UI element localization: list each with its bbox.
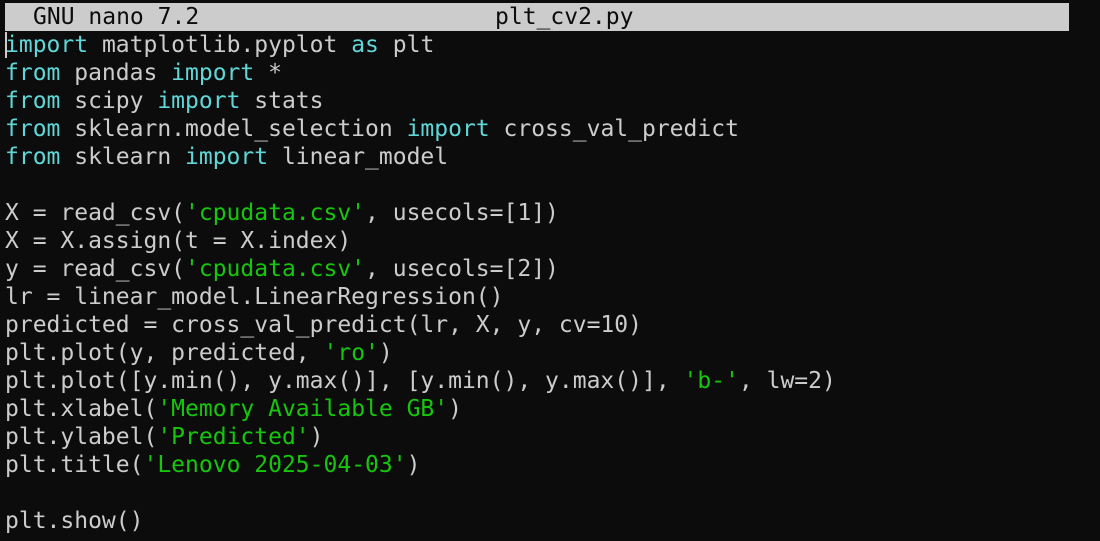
keyword-token: from xyxy=(5,144,61,170)
code-line[interactable]: predicted = cross_val_predict(lr, X, y, … xyxy=(5,311,1095,339)
code-line[interactable]: X = X.assign(t = X.index) xyxy=(5,227,1095,255)
code-token: ) xyxy=(378,340,393,366)
keyword-token: import xyxy=(157,88,241,114)
nano-title-bar: GNU nano 7.2 plt_cv2.py xyxy=(5,3,1069,31)
code-line[interactable]: X = read_csv('cpudata.csv', usecols=[1]) xyxy=(5,199,1095,227)
code-line[interactable]: from sklearn.model_selection import cros… xyxy=(5,115,1095,143)
string-token: 'b-' xyxy=(683,368,739,394)
code-line[interactable]: from pandas import * xyxy=(5,59,1095,87)
code-token: plt.plot(y, predicted, xyxy=(5,340,324,366)
keyword-token: from xyxy=(5,60,61,86)
code-token: predicted = cross_val_predict(lr, X, y, … xyxy=(5,312,642,338)
code-token: plt.ylabel( xyxy=(5,424,158,450)
code-token: plt.title( xyxy=(5,452,144,478)
code-line[interactable]: plt.ylabel('Predicted') xyxy=(5,423,1095,451)
code-token: plt.show() xyxy=(5,508,144,534)
code-token: scipy xyxy=(60,88,158,114)
code-token: lr = linear_model.LinearRegression() xyxy=(5,284,504,310)
code-token: plt.xlabel( xyxy=(5,396,158,422)
keyword-token: import xyxy=(185,144,269,170)
code-editor-area[interactable]: import matplotlib.pyplot as plt from pand… xyxy=(5,31,1095,535)
code-line[interactable]: plt.xlabel('Memory Available GB') xyxy=(5,395,1095,423)
code-token: * xyxy=(254,60,282,86)
code-line[interactable]: plt.title('Lenovo 2025-04-03') xyxy=(5,451,1095,479)
code-token: linear_model xyxy=(268,144,449,170)
string-token: 'cpudata.csv' xyxy=(185,256,366,282)
keyword-token: from xyxy=(5,116,61,142)
code-token: X = read_csv( xyxy=(5,200,186,226)
keyword-token: import xyxy=(5,32,89,58)
string-token: 'ro' xyxy=(323,340,379,366)
code-line[interactable] xyxy=(5,479,1095,507)
keyword-token: from xyxy=(5,88,61,114)
code-line[interactable]: plt.plot([y.min(), y.max()], [y.min(), y… xyxy=(5,367,1095,395)
code-token: y = read_csv( xyxy=(5,256,186,282)
string-token: 'cpudata.csv' xyxy=(185,200,366,226)
string-token: 'Memory Available GB' xyxy=(157,396,449,422)
code-token: stats xyxy=(240,88,324,114)
code-line[interactable] xyxy=(5,171,1095,199)
code-token: ) xyxy=(406,452,421,478)
code-line[interactable]: lr = linear_model.LinearRegression() xyxy=(5,283,1095,311)
string-token: 'Lenovo 2025-04-03' xyxy=(143,452,407,478)
string-token: 'Predicted' xyxy=(157,424,310,450)
app-version-label: GNU nano 7.2 xyxy=(33,4,200,30)
code-token: , usecols=[1]) xyxy=(365,200,559,226)
text-cursor xyxy=(5,32,7,58)
file-name-label: plt_cv2.py xyxy=(495,4,634,30)
code-line[interactable]: from sklearn import linear_model xyxy=(5,143,1095,171)
code-token: pandas xyxy=(60,60,172,86)
code-token: sklearn xyxy=(60,144,186,170)
code-token: , usecols=[2]) xyxy=(365,256,559,282)
code-line[interactable]: from scipy import stats xyxy=(5,87,1095,115)
keyword-token: import xyxy=(406,116,490,142)
code-token: cross_val_predict xyxy=(489,116,739,142)
code-token: matplotlib.pyplot xyxy=(88,32,352,58)
keyword-token: as xyxy=(351,32,379,58)
terminal-window[interactable]: GNU nano 7.2 plt_cv2.py import matplotli… xyxy=(0,0,1100,541)
code-token: , lw=2) xyxy=(738,368,836,394)
code-token: plt.plot([y.min(), y.max()], [y.min(), y… xyxy=(5,368,684,394)
code-line[interactable]: plt.plot(y, predicted, 'ro') xyxy=(5,339,1095,367)
code-token: sklearn.model_selection xyxy=(60,116,407,142)
code-token: X = X.assign(t = X.index) xyxy=(5,228,352,254)
code-token: plt xyxy=(378,32,435,58)
code-line[interactable]: plt.show() xyxy=(5,507,1095,535)
code-line[interactable]: y = read_csv('cpudata.csv', usecols=[2]) xyxy=(5,255,1095,283)
code-token: ) xyxy=(448,396,462,422)
keyword-token: import xyxy=(171,60,255,86)
code-token: ) xyxy=(309,424,324,450)
code-line[interactable]: import matplotlib.pyplot as plt xyxy=(5,31,1095,59)
